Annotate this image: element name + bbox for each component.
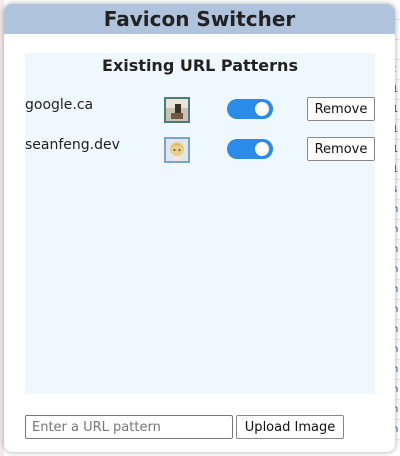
pattern-url: seanfeng.dev (25, 137, 120, 153)
patterns-panel: Existing URL Patterns google.ca Remove s… (25, 53, 375, 394)
pattern-url: google.ca (25, 97, 94, 113)
url-pattern-input[interactable] (25, 415, 233, 439)
remove-button[interactable]: Remove (307, 97, 375, 121)
patterns-heading: Existing URL Patterns (102, 56, 298, 75)
popup-title: Favicon Switcher (4, 4, 395, 34)
extension-popup: Favicon Switcher Existing URL Patterns g… (4, 4, 395, 452)
avatar-thumbnail-icon (164, 137, 190, 163)
pattern-enabled-toggle[interactable] (227, 99, 273, 119)
toggle-knob (255, 102, 269, 116)
toggle-knob (255, 142, 269, 156)
add-pattern-footer: Upload Image (25, 415, 375, 441)
pattern-row: seanfeng.dev Remove (25, 137, 375, 167)
pattern-row: google.ca Remove (25, 97, 375, 127)
remove-button[interactable]: Remove (307, 137, 375, 161)
photo-thumbnail-icon (164, 97, 190, 123)
pattern-enabled-toggle[interactable] (227, 139, 273, 159)
upload-image-button[interactable]: Upload Image (236, 415, 344, 439)
